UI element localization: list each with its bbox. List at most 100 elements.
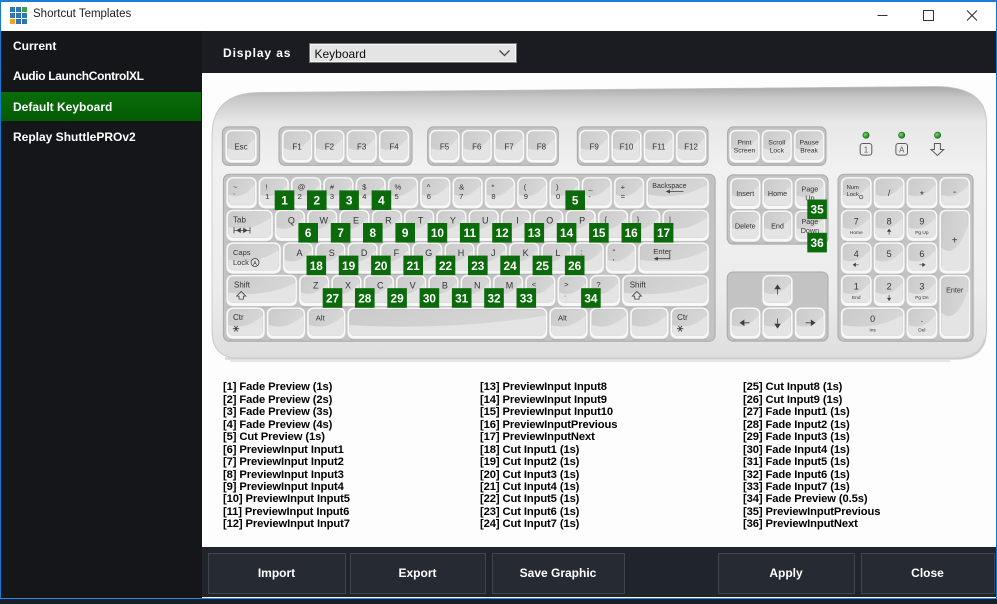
svg-text:F12: F12 bbox=[684, 142, 698, 151]
svg-text:14: 14 bbox=[560, 226, 574, 240]
svg-text:F2: F2 bbox=[325, 142, 335, 151]
svg-text:21: 21 bbox=[407, 258, 421, 272]
svg-text:36: 36 bbox=[811, 236, 825, 250]
svg-text:End: End bbox=[852, 295, 861, 301]
svg-text:1: 1 bbox=[864, 145, 869, 154]
svg-text:31: 31 bbox=[455, 291, 469, 305]
svg-text:11: 11 bbox=[464, 226, 477, 240]
svg-text:29: 29 bbox=[391, 291, 405, 305]
svg-text:F4: F4 bbox=[389, 142, 399, 151]
svg-text:27: 27 bbox=[326, 291, 340, 305]
svg-text:N: N bbox=[474, 280, 481, 290]
svg-text:@: @ bbox=[298, 182, 306, 191]
svg-text:Z: Z bbox=[313, 280, 319, 290]
svg-text:18: 18 bbox=[310, 258, 324, 272]
svg-text:K: K bbox=[523, 248, 529, 258]
svg-text:Enter: Enter bbox=[946, 285, 964, 294]
svg-text:~: ~ bbox=[233, 182, 238, 191]
svg-text:2: 2 bbox=[298, 191, 302, 200]
svg-text:2: 2 bbox=[314, 193, 321, 207]
svg-text:Backspace: Backspace bbox=[652, 182, 686, 189]
svg-text:^: ^ bbox=[427, 182, 431, 191]
svg-text:O: O bbox=[546, 215, 553, 225]
svg-text:Break: Break bbox=[800, 147, 818, 154]
svg-text:Insert: Insert bbox=[736, 189, 754, 198]
svg-text:S: S bbox=[329, 248, 335, 258]
svg-text:J: J bbox=[491, 248, 496, 258]
svg-text:F8: F8 bbox=[537, 142, 547, 151]
svg-text:25: 25 bbox=[536, 258, 550, 272]
svg-text:Enter: Enter bbox=[653, 247, 672, 256]
svg-text:M: M bbox=[506, 280, 514, 290]
svg-text:Print: Print bbox=[738, 139, 752, 146]
svg-text:Caps: Caps bbox=[233, 248, 251, 257]
svg-text:F9: F9 bbox=[590, 142, 600, 151]
svg-text:D: D bbox=[361, 248, 368, 258]
svg-text:15: 15 bbox=[592, 226, 606, 240]
svg-text:9: 9 bbox=[919, 216, 924, 226]
svg-text:A: A bbox=[899, 145, 905, 154]
svg-text:7: 7 bbox=[337, 226, 344, 240]
svg-text:34: 34 bbox=[584, 291, 598, 305]
svg-text:-: - bbox=[953, 186, 956, 197]
svg-text:G: G bbox=[425, 248, 432, 258]
svg-text:F11: F11 bbox=[652, 142, 666, 151]
svg-text:.: . bbox=[921, 314, 924, 324]
svg-text:4: 4 bbox=[362, 191, 366, 200]
svg-text:A: A bbox=[296, 248, 302, 258]
svg-text:32: 32 bbox=[487, 291, 501, 305]
svg-text:Q: Q bbox=[288, 215, 295, 225]
svg-text:V: V bbox=[410, 280, 416, 290]
svg-text:1: 1 bbox=[854, 281, 859, 291]
svg-text:13: 13 bbox=[528, 226, 542, 240]
svg-text:!: ! bbox=[265, 182, 267, 191]
svg-text:Pg Dn: Pg Dn bbox=[915, 295, 929, 301]
svg-text:End: End bbox=[771, 221, 784, 230]
svg-text:8: 8 bbox=[491, 191, 495, 200]
svg-text:U: U bbox=[482, 215, 489, 225]
svg-text:>: > bbox=[564, 280, 569, 289]
svg-text:Screen: Screen bbox=[734, 147, 756, 154]
svg-text:Ctr: Ctr bbox=[677, 313, 688, 322]
svg-text:4: 4 bbox=[378, 193, 385, 207]
svg-text:F1: F1 bbox=[292, 142, 302, 151]
svg-text:30: 30 bbox=[423, 291, 437, 305]
svg-text:R: R bbox=[385, 215, 392, 225]
svg-text:Y: Y bbox=[450, 215, 456, 225]
svg-text:4: 4 bbox=[854, 249, 859, 259]
svg-text:L: L bbox=[555, 248, 560, 258]
svg-text:Pause: Pause bbox=[799, 139, 818, 146]
svg-text:*: * bbox=[491, 182, 494, 191]
svg-text:3: 3 bbox=[346, 193, 353, 207]
svg-text:": " bbox=[613, 247, 616, 256]
svg-text:F: F bbox=[394, 248, 400, 258]
svg-text:35: 35 bbox=[811, 202, 825, 216]
svg-text:6: 6 bbox=[919, 249, 924, 259]
svg-text:5: 5 bbox=[395, 191, 399, 200]
svg-text:10: 10 bbox=[431, 226, 445, 240]
svg-text:19: 19 bbox=[342, 258, 356, 272]
svg-text:22: 22 bbox=[439, 258, 453, 272]
svg-text:W: W bbox=[320, 215, 329, 225]
svg-text:Num: Num bbox=[847, 184, 859, 190]
svg-text:=: = bbox=[621, 191, 626, 200]
svg-text:T: T bbox=[418, 215, 424, 225]
svg-text:F7: F7 bbox=[504, 142, 514, 151]
svg-text:8: 8 bbox=[370, 226, 377, 240]
svg-text:+: + bbox=[621, 182, 626, 191]
svg-text:28: 28 bbox=[358, 291, 372, 305]
svg-text:F6: F6 bbox=[472, 142, 482, 151]
svg-text:20: 20 bbox=[374, 258, 388, 272]
svg-text:%: % bbox=[395, 182, 402, 191]
svg-text:F10: F10 bbox=[620, 142, 634, 151]
svg-text:A: A bbox=[253, 261, 257, 267]
svg-text:17: 17 bbox=[657, 226, 671, 240]
svg-text:9: 9 bbox=[524, 191, 528, 200]
svg-text:_: _ bbox=[587, 182, 593, 191]
svg-text:1: 1 bbox=[281, 193, 288, 207]
svg-text:2: 2 bbox=[887, 281, 892, 291]
svg-text:Esc: Esc bbox=[234, 142, 247, 151]
svg-text:.: . bbox=[564, 289, 566, 298]
svg-text:E: E bbox=[353, 215, 359, 225]
svg-text:?: ? bbox=[596, 280, 600, 289]
